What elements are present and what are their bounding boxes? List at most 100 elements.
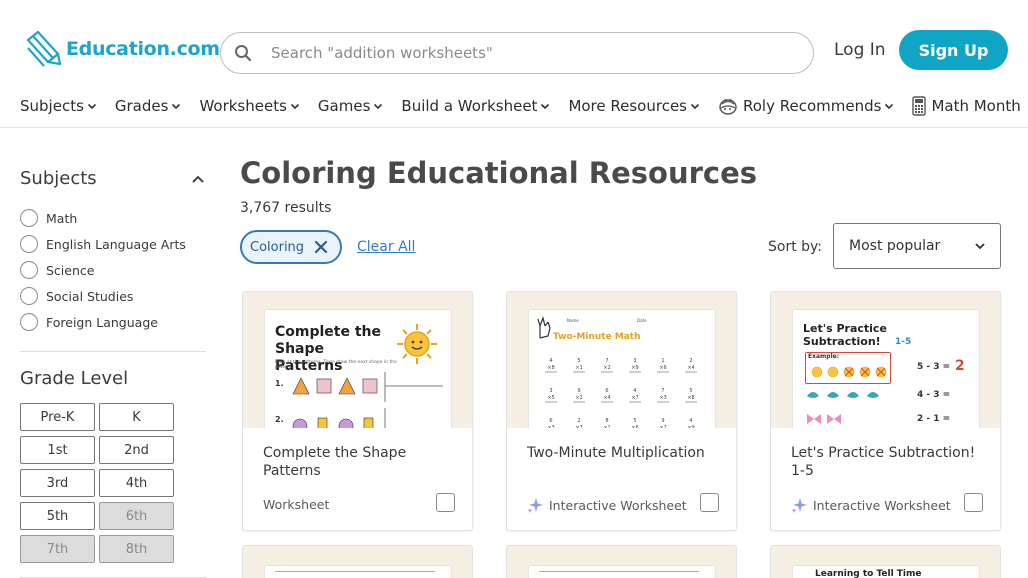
chevron-up-icon[interactable] bbox=[190, 171, 206, 187]
nav-subjects[interactable]: Subjects bbox=[20, 96, 97, 116]
subject-label: Social Studies bbox=[46, 288, 134, 304]
svg-text:×9: ×9 bbox=[631, 365, 638, 371]
radio-button[interactable] bbox=[20, 235, 38, 253]
worksheet-preview: Complete the Shape Patterns Look at the … bbox=[265, 310, 451, 428]
subject-option-foreign-language[interactable]: Foreign Language bbox=[20, 309, 206, 335]
card-title[interactable]: Complete the Shape Patterns bbox=[263, 444, 453, 480]
resource-card[interactable]: Complete the Shape Patterns Look at the … bbox=[242, 291, 473, 531]
resource-card[interactable]: Learning to Tell Time bbox=[770, 545, 1001, 578]
clear-all-link[interactable]: Clear All bbox=[357, 239, 415, 255]
preview-answer-1: 2 bbox=[955, 358, 965, 374]
svg-text:5: 5 bbox=[577, 358, 580, 364]
bird-row-icon bbox=[807, 392, 879, 398]
preview-equation-1: 5 - 3 = bbox=[917, 362, 951, 372]
preview-example-box: Example: bbox=[805, 352, 891, 384]
svg-text:×2: ×2 bbox=[603, 365, 610, 371]
nav-label: More Resources bbox=[568, 97, 687, 115]
card-title[interactable]: Let's Practice Subtraction! 1-5 bbox=[791, 444, 981, 480]
sidebar-divider bbox=[20, 351, 206, 352]
chevron-down-icon bbox=[374, 103, 383, 110]
grade-prek-button[interactable]: Pre-K bbox=[20, 403, 95, 431]
chevron-down-icon bbox=[885, 103, 894, 110]
calculator-icon bbox=[912, 96, 927, 116]
grade-level-heading: Grade Level bbox=[20, 368, 129, 389]
signup-button[interactable]: Sign Up bbox=[899, 30, 1008, 70]
main-nav: Subjects Grades Worksheets Games Build a… bbox=[20, 96, 1028, 116]
resource-card[interactable]: Name Date Two-Minute Math 4 5 7 3 1 2 ×8 ×1 ×2 ×… bbox=[506, 291, 737, 531]
nav-label: Subjects bbox=[20, 97, 84, 115]
login-link[interactable]: Log In bbox=[834, 40, 886, 60]
nav-build-worksheet[interactable]: Build a Worksheet bbox=[401, 96, 550, 116]
search-bar[interactable] bbox=[220, 32, 814, 74]
card-select-checkbox[interactable] bbox=[964, 493, 983, 512]
subjects-filter-header[interactable]: Subjects bbox=[20, 168, 206, 189]
preview-range: 1-5 bbox=[895, 337, 912, 347]
nav-grades[interactable]: Grades bbox=[115, 96, 182, 116]
chevron-down-icon bbox=[541, 103, 550, 110]
site-logo[interactable]: Education.com bbox=[24, 30, 220, 68]
nav-label: Roly Recommends bbox=[743, 97, 882, 115]
subject-label: Math bbox=[46, 210, 78, 226]
subject-option-science[interactable]: Science bbox=[20, 257, 206, 283]
sparkle-icon bbox=[527, 497, 543, 513]
radio-button[interactable] bbox=[20, 313, 38, 331]
svg-text:4: 4 bbox=[549, 358, 552, 364]
search-icon[interactable] bbox=[221, 44, 265, 62]
subject-option-ela[interactable]: English Language Arts bbox=[20, 231, 206, 257]
nav-math-month[interactable]: Math Month bbox=[912, 96, 1021, 116]
resource-card[interactable]: Let's Practice Subtraction! 1-5 Example:… bbox=[770, 291, 1001, 531]
grade-1st-button[interactable]: 1st bbox=[20, 436, 95, 464]
card-type-label: Interactive Worksheet bbox=[813, 497, 951, 513]
nav-label: Worksheets bbox=[199, 97, 287, 115]
subject-option-social-studies[interactable]: Social Studies bbox=[20, 283, 206, 309]
subject-option-math[interactable]: Math bbox=[20, 205, 206, 231]
card-thumbnail[interactable]: Complete the Shape Patterns Look at the … bbox=[243, 292, 472, 428]
worksheet-preview: Learning to Tell Time bbox=[793, 566, 979, 578]
svg-text:5: 5 bbox=[689, 388, 692, 394]
nav-worksheets[interactable]: Worksheets bbox=[199, 96, 299, 116]
nav-games[interactable]: Games bbox=[318, 96, 383, 116]
grade-5th-button[interactable]: 5th bbox=[20, 502, 95, 530]
grade-2nd-button[interactable]: 2nd bbox=[99, 436, 174, 464]
preview-equation-2: 4 - 3 = bbox=[917, 390, 951, 400]
card-type: Worksheet bbox=[263, 497, 329, 512]
radio-button[interactable] bbox=[20, 287, 38, 305]
svg-text:1.: 1. bbox=[275, 379, 284, 388]
grade-k-button[interactable]: K bbox=[99, 403, 174, 431]
svg-text:2: 2 bbox=[577, 418, 580, 424]
grade-8th-button: 8th bbox=[99, 535, 174, 563]
card-title[interactable]: Two-Minute Multiplication bbox=[527, 444, 717, 462]
preview-name-line bbox=[275, 571, 435, 572]
svg-text:4: 4 bbox=[689, 418, 692, 424]
card-thumbnail[interactable]: Let's Practice Subtraction! 1-5 Example:… bbox=[771, 292, 1000, 428]
svg-text:6: 6 bbox=[605, 388, 608, 394]
radio-button[interactable] bbox=[20, 261, 38, 279]
subjects-heading: Subjects bbox=[20, 168, 97, 189]
multiplication-grid-preview: 457312 ×8 ×1 ×2 ×9 ×6 ×4 396475 ×5 ×2 ×4 ×7 ×3 ×8 … bbox=[545, 358, 697, 428]
svg-text:2: 2 bbox=[689, 358, 692, 364]
nav-more-resources[interactable]: More Resources bbox=[568, 96, 700, 116]
card-type: Interactive Worksheet bbox=[527, 497, 687, 513]
resource-card[interactable] bbox=[242, 545, 473, 578]
grade-3rd-button[interactable]: 3rd bbox=[20, 469, 95, 497]
chevron-down-icon bbox=[87, 103, 96, 110]
nav-roly-recommends[interactable]: Roly Recommends bbox=[718, 96, 894, 116]
grade-7th-button: 7th bbox=[20, 535, 95, 563]
card-select-checkbox[interactable] bbox=[700, 493, 719, 512]
resource-card[interactable] bbox=[506, 545, 737, 578]
sort-select[interactable]: Most popular bbox=[833, 223, 1001, 269]
svg-text:×7: ×7 bbox=[575, 425, 582, 428]
card-type: Interactive Worksheet bbox=[791, 497, 951, 513]
card-thumbnail[interactable]: Name Date Two-Minute Math 4 5 7 3 1 2 ×8 ×1 ×2 ×… bbox=[507, 292, 736, 428]
grade-level-options: Pre-K K 1st 2nd 3rd 4th 5th 6th 7th 8th bbox=[20, 403, 206, 563]
card-select-checkbox[interactable] bbox=[436, 493, 455, 512]
svg-text:3: 3 bbox=[549, 388, 552, 394]
search-input[interactable] bbox=[265, 44, 785, 62]
svg-text:9: 9 bbox=[577, 388, 580, 394]
active-filter-chip[interactable]: Coloring bbox=[240, 230, 342, 264]
svg-text:×2: ×2 bbox=[575, 395, 582, 401]
close-icon[interactable] bbox=[314, 240, 328, 254]
radio-button[interactable] bbox=[20, 209, 38, 227]
chevron-down-icon bbox=[290, 103, 299, 110]
grade-4th-button[interactable]: 4th bbox=[99, 469, 174, 497]
